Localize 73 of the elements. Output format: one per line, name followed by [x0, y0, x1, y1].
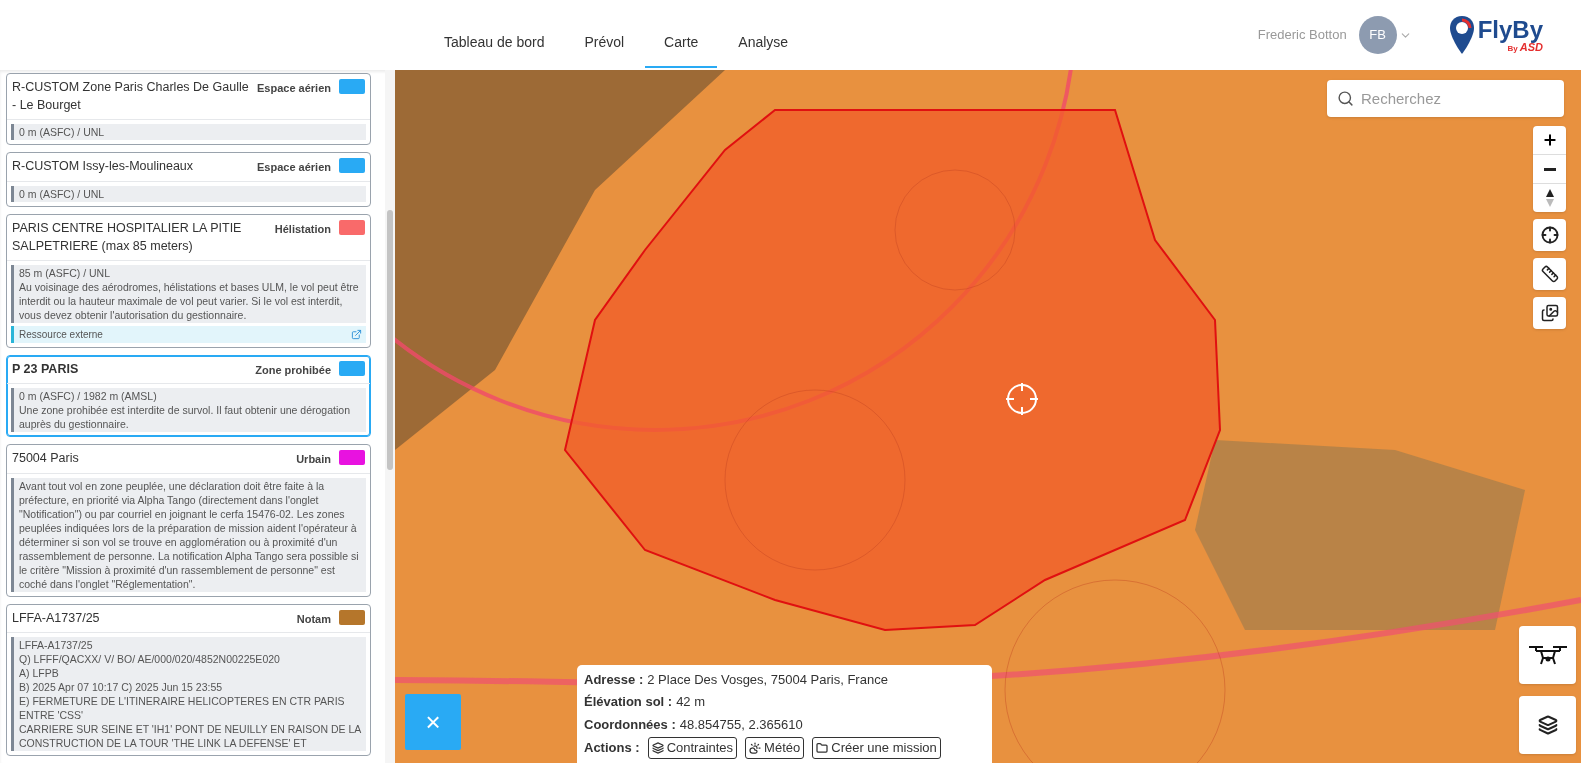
zone-detail-text: CARRIERE SUR SEINE ET 'IH1' PONT DE NEUILLY EN RAISON DE LA	[19, 722, 363, 736]
action-button[interactable]: Contraintes	[647, 737, 738, 759]
zone-detail-text: 0 m (ASFC) / 1982 m (AMSL)	[19, 389, 158, 403]
zone-type: Espace aérien	[257, 81, 331, 96]
zone-type: Zone prohibée	[255, 362, 331, 378]
layers-button[interactable]	[1519, 696, 1576, 754]
external-link-icon	[351, 328, 362, 340]
compass-icon	[1544, 188, 1555, 208]
zone-detail-text: Avant tout vol en zone peuplée, une déclaration doit être faite à la préfecture, en priorité via Alpha Tango (directement dans l'onglet "Notification") ou par courriel en joignant le cerfa 15476-02. Les zones peuplées indiquées lors de la préparation de mission aident l'opérateur à déterminer si son vol se trouve en agglomération ou à proximité d'un rassemblement de personne. La notification Alpha Tango sera possible si le critère "Mission à proximité d'un rassemblement de personne" est coché dans l'onglet "Réglementation".	[19, 478, 360, 591]
measure-button[interactable]	[1533, 258, 1566, 290]
drone-icon	[1527, 644, 1568, 666]
zone-title: P 23 PARIS	[12, 360, 80, 378]
zone-title: PARIS CENTRE HOSPITALIER LA PITIE SALPETRIERE (max 85 meters)	[12, 219, 243, 255]
zone-detail-text: A) LFPB	[19, 666, 60, 680]
search-field[interactable]: Recherchez	[1327, 80, 1564, 117]
zone-detail-text: 0 m (ASFC) / UNL	[19, 186, 106, 201]
zone-detail-text: CONSTRUCTION DE LA TOUR 'THE LINK LA DEFENSE' ET	[19, 736, 308, 750]
zone-type: Espace aérien	[257, 160, 331, 175]
info-label: Adresse :	[584, 670, 644, 689]
info-label: Élévation sol :	[584, 693, 673, 711]
logo-byline: By	[1507, 44, 1518, 53]
info-value: 48.854755, 2.365610	[679, 715, 803, 734]
logo-text: FlyBy	[1477, 17, 1543, 42]
nav-tab[interactable]: Analyse	[719, 18, 808, 68]
plus-icon	[1541, 132, 1558, 148]
weather-icon	[749, 742, 762, 754]
zone-detail-text: 85 m (ASFC) / UNL	[19, 265, 111, 280]
zone-detail-text: Q) LFFF/QACXX/ V/ BO/ AE/000/020/4852N00225E020	[19, 652, 281, 666]
info-label: Actions :	[584, 739, 640, 758]
zone-card[interactable]	[6, 603, 371, 756]
external-resource-link[interactable]: Ressource externe	[11, 325, 366, 343]
link-label: Ressource externe	[19, 327, 103, 342]
zone-detail-text: B) 2025 Apr 07 10:17 C) 2025 Jun 15 23:55	[19, 680, 224, 694]
zone-type: Hélistation	[274, 221, 331, 237]
action-button[interactable]: Météo	[745, 737, 805, 759]
user-name: Frederic Botton	[1257, 26, 1347, 45]
images-icon	[1540, 304, 1559, 322]
folder-icon	[816, 742, 829, 754]
nav-tab[interactable]: Tableau de bord	[425, 18, 564, 68]
minus-icon	[1543, 167, 1556, 171]
zone-type: Urbain	[296, 452, 331, 467]
ruler-icon	[1540, 265, 1559, 283]
locate-button[interactable]	[1533, 219, 1566, 251]
info-value: 2 Place Des Vosges, 75004 Paris, France	[647, 670, 888, 689]
zone-detail-text: Une zone prohibée est interdite de survol. Il faut obtenir une dérogation auprès du gestionnaire.	[19, 403, 351, 431]
nav-tab[interactable]: Prévol	[565, 18, 644, 68]
zone-title: 75004 Paris	[12, 450, 80, 467]
action-button[interactable]: Créer une mission	[812, 737, 941, 759]
nav-tab[interactable]: Carte	[645, 18, 718, 68]
zone-type: Notam	[296, 611, 331, 627]
zone-title: LFFA-A1737/25	[12, 609, 101, 627]
zone-card[interactable]: R-CUSTOM Zone Paris Charles De Gaulle - Le Bourget Espace aérien 0 m (ASFC) / UNL	[6, 73, 371, 145]
info-label: Coordonnées :	[584, 715, 676, 734]
zone-detail-text: Au voisinage des aérodromes, hélistations et bases ULM, le vol peut être interdit ou la hauteur maximale de vol peut varier. Si le vol est interdit, vous devez obtenir l'autorisation du gestionnaire.	[19, 279, 360, 322]
layers-icon	[1537, 715, 1558, 735]
zone-card[interactable]: R-CUSTOM Issy-les-Moulineaux Espace aérien 0 m (ASFC) / UNL	[6, 152, 371, 207]
scrollbar-thumb[interactable]	[387, 210, 393, 470]
zone-title: R-CUSTOM Issy-les-Moulineaux	[12, 158, 195, 175]
zone-detail-text: E) FERMETURE DE L'ITINERAIRE HELICOPTERES EN CTR PARIS ENTRE 'CSS'	[19, 694, 346, 722]
zone-card[interactable]	[6, 444, 371, 597]
layers-icon	[651, 742, 664, 754]
drone-button[interactable]	[1519, 626, 1576, 684]
zone-detail-text: LFFA-A1737/25	[19, 638, 94, 652]
info-value: 42 m	[676, 693, 706, 711]
zone-title: R-CUSTOM Zone Paris Charles De Gaulle - Le Bourget	[12, 79, 249, 114]
locate-icon	[1540, 226, 1559, 244]
zone-detail-text: 0 m (ASFC) / UNL	[19, 125, 106, 139]
zone-card[interactable]: P 23 PARIS Zone prohibée 0 m (ASFC) / 1982 m (AMSL) Une zone prohibée est interdite de survol. Il faut obtenir une dérogation auprès du gestionnaire.	[6, 354, 371, 437]
crosshair-icon	[1005, 382, 1039, 416]
basemap-button[interactable]	[1533, 297, 1566, 329]
search-icon	[1337, 90, 1354, 107]
logo-pin-icon	[1447, 14, 1476, 56]
zone-card[interactable]	[6, 213, 371, 348]
